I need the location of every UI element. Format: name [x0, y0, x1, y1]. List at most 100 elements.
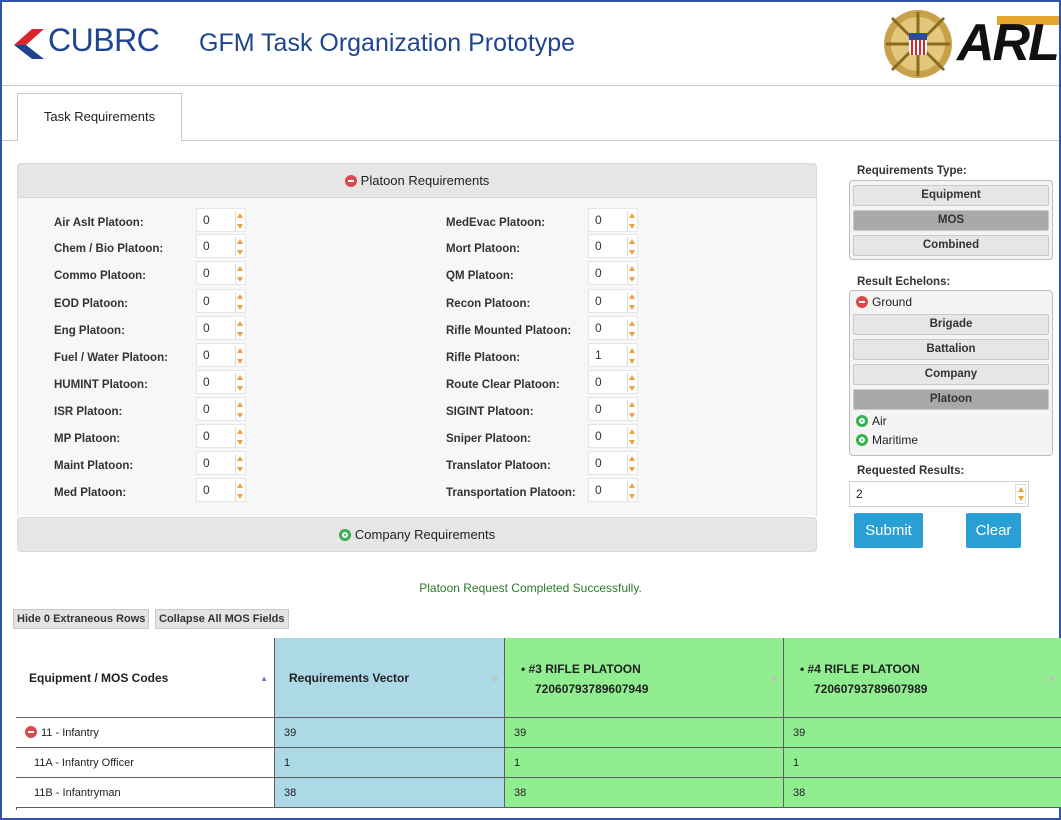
table-cell: 38 — [784, 778, 1061, 808]
quantity-stepper[interactable]: 0 — [196, 478, 246, 502]
field-row: Eng Platoon: 0 — [54, 316, 254, 342]
table-row-code: 11A - Infantry Officer — [16, 748, 275, 778]
stepper-arrows-icon[interactable] — [235, 292, 244, 312]
combined-button[interactable]: Combined — [853, 235, 1049, 256]
table-cell: 39 — [275, 718, 505, 748]
stepper-arrows-icon[interactable] — [627, 427, 636, 447]
field-label: Maint Platoon: — [54, 460, 134, 472]
stepper-arrows-icon[interactable] — [627, 454, 636, 474]
field-row: EOD Platoon: 0 — [54, 289, 254, 315]
stepper-arrows-icon[interactable] — [235, 373, 244, 393]
stepper-arrows-icon[interactable] — [235, 264, 244, 284]
quantity-stepper[interactable]: 0 — [588, 397, 638, 421]
quantity-stepper[interactable]: 0 — [196, 289, 246, 313]
army-seal-icon — [884, 10, 952, 78]
quantity-stepper[interactable]: 0 — [588, 234, 638, 258]
cubrc-logo-icon — [14, 29, 44, 59]
field-row: Sniper Platoon: 0 — [446, 424, 656, 450]
expand-icon — [856, 415, 868, 427]
stepper-arrows-icon[interactable] — [627, 373, 636, 393]
quantity-stepper[interactable]: 0 — [588, 208, 638, 232]
stepper-arrows-icon[interactable] — [627, 211, 636, 231]
stepper-arrows-icon[interactable] — [1015, 484, 1026, 504]
quantity-stepper[interactable]: 0 — [588, 478, 638, 502]
stepper-arrows-icon[interactable] — [235, 427, 244, 447]
company-button[interactable]: Company — [853, 364, 1049, 385]
field-label: Med Platoon: — [54, 487, 127, 499]
brigade-button[interactable]: Brigade — [853, 314, 1049, 335]
field-label: Air Aslt Platoon: — [54, 217, 144, 229]
quantity-stepper[interactable]: 0 — [588, 316, 638, 340]
tab-task-requirements[interactable]: Task Requirements — [17, 93, 182, 141]
field-row: ISR Platoon: 0 — [54, 397, 254, 423]
quantity-stepper[interactable]: 0 — [196, 424, 246, 448]
stepper-arrows-icon[interactable] — [235, 454, 244, 474]
stepper-arrows-icon[interactable] — [627, 319, 636, 339]
quantity-stepper[interactable]: 0 — [588, 424, 638, 448]
field-row: Commo Platoon: 0 — [54, 261, 254, 287]
field-label: Transportation Platoon: — [446, 487, 576, 499]
clear-button[interactable]: Clear — [966, 513, 1021, 548]
column-header-platoon-4[interactable]: • #4 RIFLE PLATOON 72060793789607989 ◆ — [784, 638, 1061, 718]
sort-asc-icon[interactable]: ▲ — [260, 674, 268, 683]
equipment-button[interactable]: Equipment — [853, 185, 1049, 206]
quantity-stepper[interactable]: 0 — [196, 208, 246, 232]
quantity-stepper[interactable]: 0 — [588, 289, 638, 313]
field-label: MP Platoon: — [54, 433, 121, 445]
sort-icon[interactable]: ◆ — [1049, 674, 1055, 683]
quantity-stepper[interactable]: 0 — [588, 451, 638, 475]
quantity-stepper[interactable]: 0 — [196, 343, 246, 367]
battalion-button[interactable]: Battalion — [853, 339, 1049, 360]
stepper-arrows-icon[interactable] — [235, 319, 244, 339]
stepper-arrows-icon[interactable] — [627, 400, 636, 420]
table-row-code[interactable]: 11 - Infantry — [16, 718, 275, 748]
air-toggle[interactable]: Air — [856, 414, 887, 428]
column-header-platoon-3[interactable]: • #3 RIFLE PLATOON 72060793789607949 ◆ — [505, 638, 784, 718]
field-label: HUMINT Platoon: — [54, 379, 148, 391]
stepper-arrows-icon[interactable] — [627, 481, 636, 501]
quantity-stepper[interactable]: 1 — [588, 343, 638, 367]
company-requirements-header[interactable]: Company Requirements — [17, 517, 817, 552]
sort-icon[interactable]: ◆ — [771, 674, 777, 683]
stepper-arrows-icon[interactable] — [627, 237, 636, 257]
quantity-stepper[interactable]: 0 — [196, 261, 246, 285]
requested-results-input[interactable]: 2 — [849, 481, 1029, 507]
quantity-stepper[interactable]: 0 — [196, 397, 246, 421]
hide-extraneous-rows-button[interactable]: Hide 0 Extraneous Rows — [13, 609, 150, 629]
field-row: Rifle Platoon: 1 — [446, 343, 656, 369]
table-cell: 38 — [505, 778, 784, 808]
quantity-stepper[interactable]: 0 — [196, 316, 246, 340]
submit-button[interactable]: Submit — [854, 513, 923, 548]
sort-icon[interactable]: ◆ — [492, 674, 498, 683]
platoon-button[interactable]: Platoon — [853, 389, 1049, 410]
quantity-stepper[interactable]: 0 — [196, 451, 246, 475]
column-header-codes[interactable]: Equipment / MOS Codes ▲ — [16, 638, 275, 718]
table-cell: 1 — [505, 748, 784, 778]
app-header: CUBRC GFM Task Organization Prototype AR… — [2, 2, 1060, 86]
arl-logo: ARL — [957, 14, 1060, 72]
stepper-arrows-icon[interactable] — [235, 211, 244, 231]
stepper-arrows-icon[interactable] — [235, 400, 244, 420]
stepper-arrows-icon[interactable] — [627, 346, 636, 366]
collapse-icon[interactable] — [25, 726, 37, 738]
maritime-toggle[interactable]: Maritime — [856, 433, 918, 447]
quantity-stepper[interactable]: 0 — [588, 370, 638, 394]
field-row: Med Platoon: 0 — [54, 478, 254, 504]
platoon-requirements-header[interactable]: Platoon Requirements — [17, 163, 817, 198]
tab-bar: Task Requirements — [2, 86, 1059, 141]
stepper-arrows-icon[interactable] — [627, 264, 636, 284]
mos-button[interactable]: MOS — [853, 210, 1049, 231]
quantity-stepper[interactable]: 0 — [588, 261, 638, 285]
quantity-stepper[interactable]: 0 — [196, 370, 246, 394]
quantity-stepper[interactable]: 0 — [196, 234, 246, 258]
collapse-mos-fields-button[interactable]: Collapse All MOS Fields — [155, 609, 289, 629]
collapse-icon — [344, 175, 357, 187]
column-header-requirements[interactable]: Requirements Vector ◆ — [275, 638, 505, 718]
stepper-arrows-icon[interactable] — [235, 346, 244, 366]
ground-toggle[interactable]: Ground — [856, 295, 912, 309]
stepper-arrows-icon[interactable] — [235, 237, 244, 257]
brand-name: CUBRC — [48, 22, 160, 58]
field-label: Chem / Bio Platoon: — [54, 243, 164, 255]
stepper-arrows-icon[interactable] — [235, 481, 244, 501]
stepper-arrows-icon[interactable] — [627, 292, 636, 312]
